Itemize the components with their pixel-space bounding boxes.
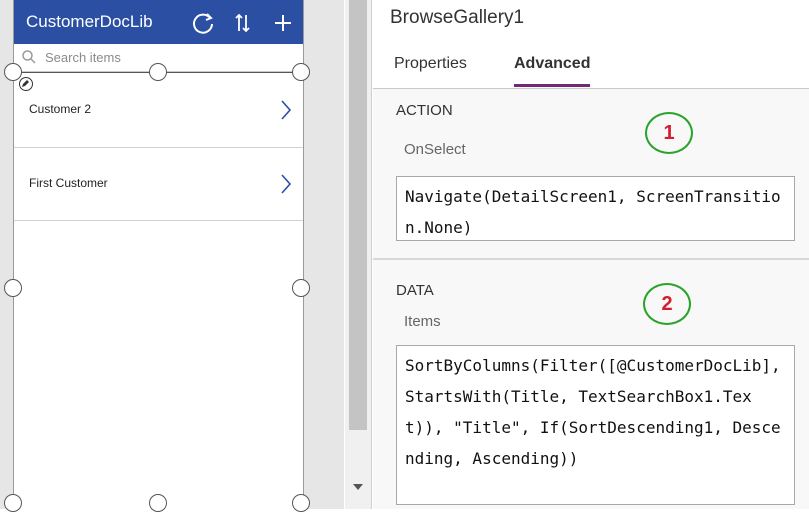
selected-tab-indicator xyxy=(514,84,590,87)
properties-panel: BrowseGallery1 Properties Advanced ACTIO… xyxy=(373,0,809,509)
add-icon[interactable] xyxy=(270,10,296,36)
app-title: CustomerDocLib xyxy=(26,12,153,31)
chevron-right-icon[interactable] xyxy=(279,173,293,195)
panel-divider xyxy=(371,0,372,509)
refresh-icon[interactable] xyxy=(190,10,216,36)
search-icon xyxy=(21,49,37,65)
resize-handle-left[interactable] xyxy=(4,279,22,297)
callout-badge: 2 xyxy=(643,283,691,325)
tab-properties[interactable]: Properties xyxy=(394,55,467,73)
section-title: DATA xyxy=(396,282,434,299)
resize-handle-top-right[interactable] xyxy=(292,63,310,81)
property-label: Items xyxy=(404,313,441,330)
sort-icon[interactable] xyxy=(230,10,256,36)
search-input[interactable]: Search items xyxy=(45,50,121,65)
gallery-row-title: Customer 2 xyxy=(29,102,92,116)
gallery-row-title: First Customer xyxy=(29,176,108,190)
gallery-row[interactable]: Customer 2 xyxy=(14,73,303,148)
section-title: ACTION xyxy=(396,102,453,119)
resize-handle-bottom-right[interactable] xyxy=(292,494,310,512)
resize-handle-bottom-left[interactable] xyxy=(4,494,22,512)
scrollbar-thumb[interactable] xyxy=(349,0,367,430)
property-label: OnSelect xyxy=(404,141,466,158)
resize-handle-right[interactable] xyxy=(292,279,310,297)
resize-handle-bottom[interactable] xyxy=(149,494,167,512)
gallery-row[interactable]: First Customer xyxy=(14,147,303,221)
edit-template-icon[interactable] xyxy=(19,77,33,91)
tab-advanced[interactable]: Advanced xyxy=(514,55,590,73)
selected-control-name: BrowseGallery1 xyxy=(390,7,525,28)
items-formula-field[interactable]: SortByColumns(Filter([@CustomerDocLib], … xyxy=(396,345,795,505)
canvas-scrollbar[interactable] xyxy=(345,0,371,509)
browse-gallery[interactable]: Customer 2 First Customer xyxy=(14,72,303,510)
app-header-bar: CustomerDocLib xyxy=(14,0,303,44)
resize-handle-top[interactable] xyxy=(149,63,167,81)
scroll-down-icon[interactable] xyxy=(353,484,363,490)
onselect-formula-field[interactable]: Navigate(DetailScreen1, ScreenTransition… xyxy=(396,176,795,241)
data-section: DATA Items SortByColumns(Filter([@Custom… xyxy=(373,260,809,509)
callout-badge: 1 xyxy=(645,112,693,154)
chevron-right-icon[interactable] xyxy=(279,99,293,121)
action-section: ACTION OnSelect Navigate(DetailScreen1, … xyxy=(373,89,809,258)
